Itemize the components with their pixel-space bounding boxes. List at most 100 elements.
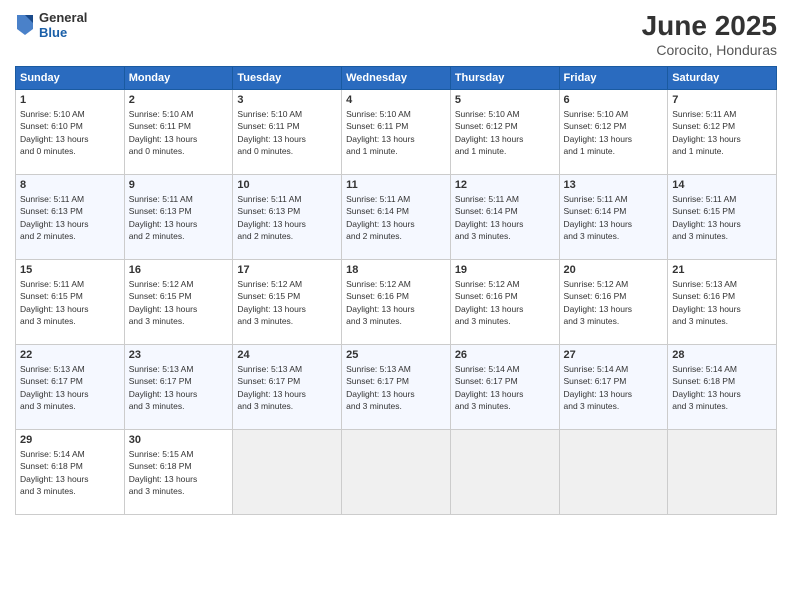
- day-info: Sunrise: 5:10 AM Sunset: 6:11 PM Dayligh…: [129, 108, 229, 157]
- day-info: Sunrise: 5:13 AM Sunset: 6:16 PM Dayligh…: [672, 278, 772, 327]
- calendar-cell: 23Sunrise: 5:13 AM Sunset: 6:17 PM Dayli…: [124, 345, 233, 430]
- day-info: Sunrise: 5:11 AM Sunset: 6:12 PM Dayligh…: [672, 108, 772, 157]
- month-title: June 2025: [642, 10, 777, 42]
- day-info: Sunrise: 5:12 AM Sunset: 6:16 PM Dayligh…: [564, 278, 664, 327]
- calendar-cell: 9 Sunrise: 5:11 AM Sunset: 6:13 PM Daylig…: [124, 175, 233, 260]
- day-info: Sunrise: 5:10 AM Sunset: 6:12 PM Dayligh…: [455, 108, 555, 157]
- calendar-cell: 15Sunrise: 5:11 AM Sunset: 6:15 PM Dayli…: [16, 260, 125, 345]
- day-info: Sunrise: 5:11 AM Sunset: 6:13 PM Dayligh…: [129, 193, 229, 242]
- calendar-cell: 21 Sunrise: 5:13 AM Sunset: 6:16 PM Dayli…: [668, 260, 777, 345]
- calendar-cell: 3 Sunrise: 5:10 AM Sunset: 6:11 PM Daylig…: [233, 90, 342, 175]
- calendar-cell: 19 Sunrise: 5:12 AM Sunset: 6:16 PM Dayli…: [450, 260, 559, 345]
- calendar-cell: 24 Sunrise: 5:13 AM Sunset: 6:17 PM Dayli…: [233, 345, 342, 430]
- day-info: Sunrise: 5:12 AM Sunset: 6:15 PM Dayligh…: [129, 278, 229, 327]
- day-number: 21: [672, 264, 772, 276]
- calendar-cell: [559, 430, 668, 515]
- calendar-cell: 28 Sunrise: 5:14 AM Sunset: 6:18 PM Dayli…: [668, 345, 777, 430]
- day-number: 9: [129, 179, 229, 191]
- calendar-cell: 20 Sunrise: 5:12 AM Sunset: 6:16 PM Dayli…: [559, 260, 668, 345]
- day-info: Sunrise: 5:11 AM Sunset: 6:14 PM Dayligh…: [455, 193, 555, 242]
- calendar-cell: 25 Sunrise: 5:13 AM Sunset: 6:17 PM Dayli…: [342, 345, 451, 430]
- day-number: 1: [20, 94, 120, 106]
- day-number: 27: [564, 349, 664, 361]
- calendar-cell: 30 Sunrise: 5:15 AM Sunset: 6:18 PM Dayli…: [124, 430, 233, 515]
- day-number: 20: [564, 264, 664, 276]
- day-number: 13: [564, 179, 664, 191]
- day-number: 8: [20, 179, 120, 191]
- col-monday: Monday: [124, 67, 233, 90]
- day-number: 26: [455, 349, 555, 361]
- day-info: Sunrise: 5:11 AM Sunset: 6:14 PM Dayligh…: [564, 193, 664, 242]
- day-info: Sunrise: 5:13 AM Sunset: 6:17 PM Dayligh…: [20, 363, 120, 412]
- calendar-cell: 7 Sunrise: 5:11 AM Sunset: 6:12 PM Daylig…: [668, 90, 777, 175]
- calendar-cell: 22 Sunrise: 5:13 AM Sunset: 6:17 PM Dayli…: [16, 345, 125, 430]
- day-number: 3: [237, 94, 337, 106]
- day-number: 11: [346, 179, 446, 191]
- day-number: 25: [346, 349, 446, 361]
- calendar-cell: 14 Sunrise: 5:11 AM Sunset: 6:15 PM Dayli…: [668, 175, 777, 260]
- col-tuesday: Tuesday: [233, 67, 342, 90]
- calendar-cell: 26 Sunrise: 5:14 AM Sunset: 6:17 PM Dayli…: [450, 345, 559, 430]
- day-info: Sunrise: 5:13 AM Sunset: 6:17 PM Dayligh…: [346, 363, 446, 412]
- calendar-cell: 6 Sunrise: 5:10 AM Sunset: 6:12 PM Daylig…: [559, 90, 668, 175]
- logo-general-text: General: [39, 10, 87, 25]
- day-number: 7: [672, 94, 772, 106]
- day-number: 4: [346, 94, 446, 106]
- calendar-cell: 27 Sunrise: 5:14 AM Sunset: 6:17 PM Dayli…: [559, 345, 668, 430]
- day-info: Sunrise: 5:11 AM Sunset: 6:13 PM Dayligh…: [20, 193, 120, 242]
- day-number: 30: [129, 434, 229, 446]
- calendar-cell: 13 Sunrise: 5:11 AM Sunset: 6:14 PM Dayli…: [559, 175, 668, 260]
- day-number: 15: [20, 264, 120, 276]
- calendar-cell: [450, 430, 559, 515]
- calendar-cell: 4 Sunrise: 5:10 AM Sunset: 6:11 PM Daylig…: [342, 90, 451, 175]
- day-info: Sunrise: 5:12 AM Sunset: 6:16 PM Dayligh…: [455, 278, 555, 327]
- day-info: Sunrise: 5:11 AM Sunset: 6:13 PM Dayligh…: [237, 193, 337, 242]
- title-area: June 2025 Corocito, Honduras: [642, 10, 777, 58]
- day-info: Sunrise: 5:12 AM Sunset: 6:16 PM Dayligh…: [346, 278, 446, 327]
- col-thursday: Thursday: [450, 67, 559, 90]
- day-info: Sunrise: 5:14 AM Sunset: 6:18 PM Dayligh…: [672, 363, 772, 412]
- day-number: 18: [346, 264, 446, 276]
- day-info: Sunrise: 5:13 AM Sunset: 6:17 PM Dayligh…: [237, 363, 337, 412]
- day-info: Sunrise: 5:14 AM Sunset: 6:18 PM Dayligh…: [20, 448, 120, 497]
- col-saturday: Saturday: [668, 67, 777, 90]
- day-number: 19: [455, 264, 555, 276]
- day-info: Sunrise: 5:14 AM Sunset: 6:17 PM Dayligh…: [455, 363, 555, 412]
- calendar-cell: 10 Sunrise: 5:11 AM Sunset: 6:13 PM Dayli…: [233, 175, 342, 260]
- day-info: Sunrise: 5:12 AM Sunset: 6:15 PM Dayligh…: [237, 278, 337, 327]
- location-text: Corocito, Honduras: [642, 42, 777, 58]
- day-info: Sunrise: 5:14 AM Sunset: 6:17 PM Dayligh…: [564, 363, 664, 412]
- day-info: Sunrise: 5:10 AM Sunset: 6:10 PM Dayligh…: [20, 108, 120, 157]
- calendar-cell: 29 Sunrise: 5:14 AM Sunset: 6:18 PM Dayli…: [16, 430, 125, 515]
- day-number: 6: [564, 94, 664, 106]
- day-info: Sunrise: 5:10 AM Sunset: 6:11 PM Dayligh…: [237, 108, 337, 157]
- calendar-cell: 16Sunrise: 5:12 AM Sunset: 6:15 PM Dayli…: [124, 260, 233, 345]
- calendar-cell: 1 Sunrise: 5:10 AM Sunset: 6:10 PM Daylig…: [16, 90, 125, 175]
- day-info: Sunrise: 5:11 AM Sunset: 6:15 PM Dayligh…: [672, 193, 772, 242]
- logo: General Blue: [15, 10, 87, 40]
- header: General Blue June 2025 Corocito, Hondura…: [15, 10, 777, 58]
- day-info: Sunrise: 5:10 AM Sunset: 6:11 PM Dayligh…: [346, 108, 446, 157]
- col-friday: Friday: [559, 67, 668, 90]
- calendar-cell: 5Sunrise: 5:10 AM Sunset: 6:12 PM Daylig…: [450, 90, 559, 175]
- day-info: Sunrise: 5:10 AM Sunset: 6:12 PM Dayligh…: [564, 108, 664, 157]
- day-info: Sunrise: 5:13 AM Sunset: 6:17 PM Dayligh…: [129, 363, 229, 412]
- calendar-cell: [342, 430, 451, 515]
- day-info: Sunrise: 5:11 AM Sunset: 6:14 PM Dayligh…: [346, 193, 446, 242]
- calendar-cell: 17 Sunrise: 5:12 AM Sunset: 6:15 PM Dayli…: [233, 260, 342, 345]
- calendar-cell: [233, 430, 342, 515]
- day-number: 10: [237, 179, 337, 191]
- calendar-container: General Blue June 2025 Corocito, Hondura…: [0, 0, 792, 612]
- day-number: 17: [237, 264, 337, 276]
- day-number: 14: [672, 179, 772, 191]
- day-number: 24: [237, 349, 337, 361]
- day-number: 28: [672, 349, 772, 361]
- logo-icon: [15, 13, 35, 37]
- col-sunday: Sunday: [16, 67, 125, 90]
- day-number: 22: [20, 349, 120, 361]
- logo-blue-text: Blue: [39, 25, 87, 40]
- day-info: Sunrise: 5:15 AM Sunset: 6:18 PM Dayligh…: [129, 448, 229, 497]
- calendar-cell: 12Sunrise: 5:11 AM Sunset: 6:14 PM Dayli…: [450, 175, 559, 260]
- day-number: 29: [20, 434, 120, 446]
- calendar-cell: [668, 430, 777, 515]
